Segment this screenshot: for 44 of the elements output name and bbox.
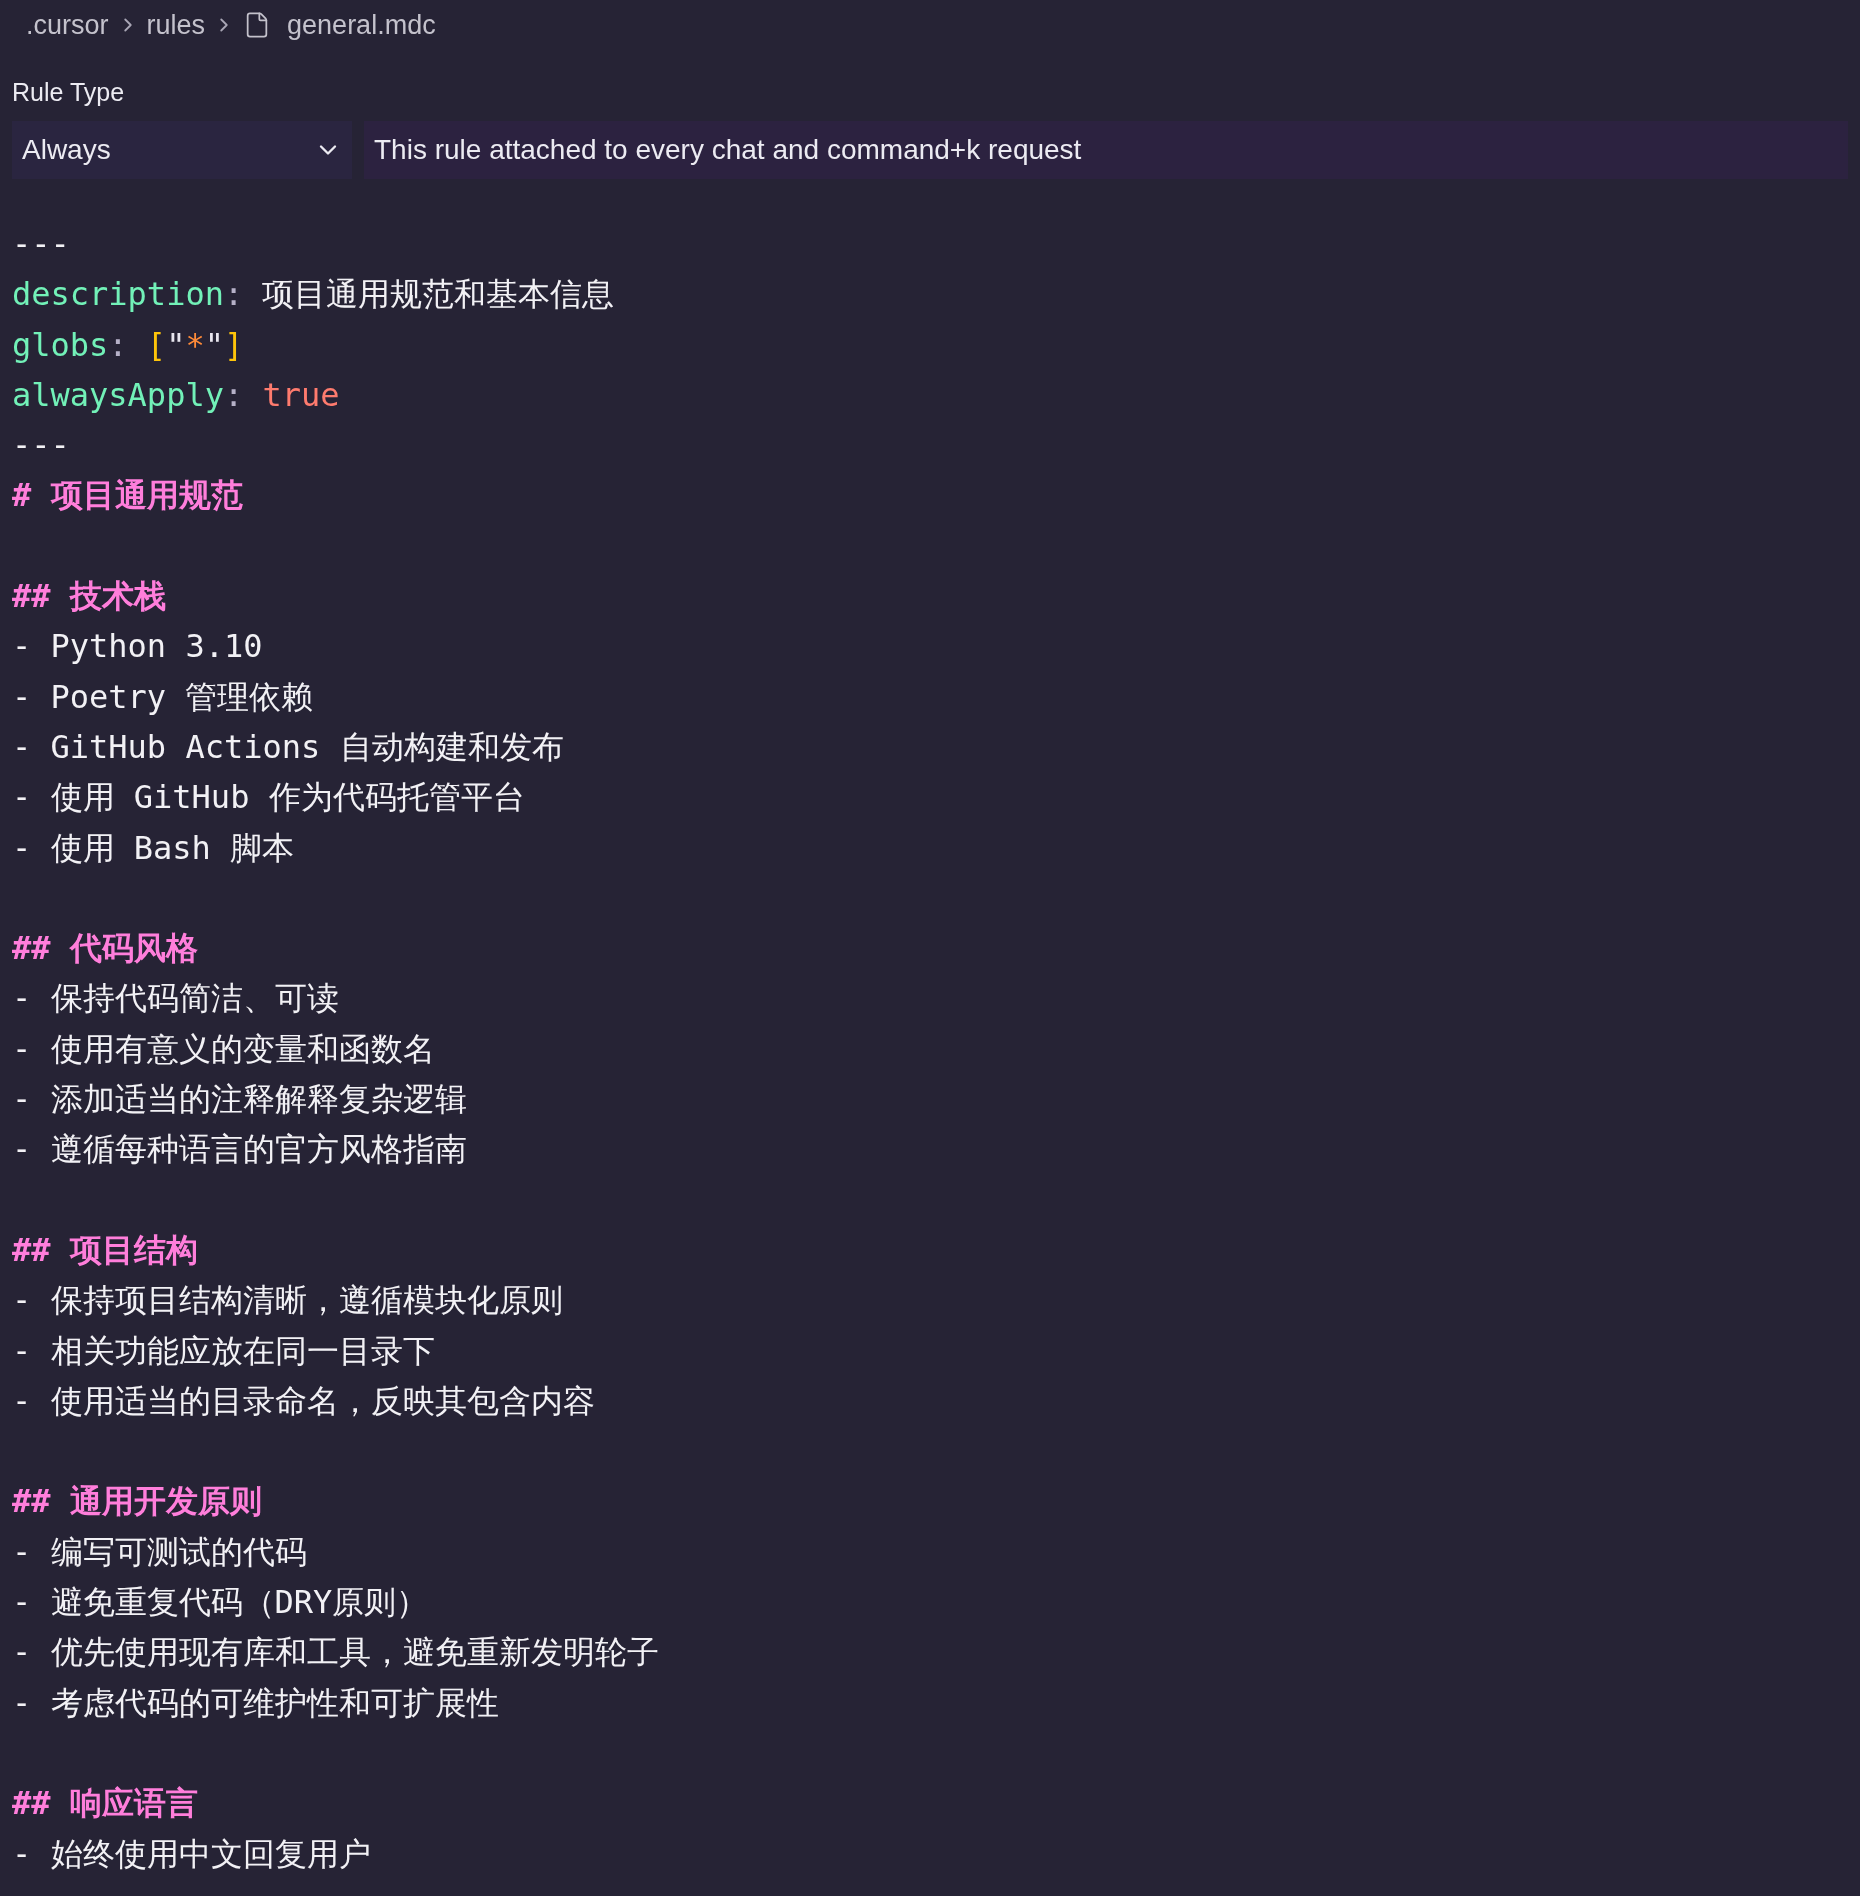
markdown-heading: ## 响应语言 xyxy=(12,1784,198,1823)
yaml-key: globs xyxy=(12,325,109,364)
list-item: - Python 3.10 xyxy=(12,627,263,666)
rule-type-label: Rule Type xyxy=(12,78,126,107)
list-item: - 相关功能应放在同一目录下 xyxy=(12,1331,435,1370)
list-item: - 遵循每种语言的官方风格指南 xyxy=(12,1130,467,1169)
front-matter-fence: --- xyxy=(12,426,70,465)
glob-pattern: * xyxy=(185,325,205,364)
list-item: - 使用适当的目录命名，反映其包含内容 xyxy=(12,1381,595,1420)
boolean-value: true xyxy=(262,375,340,414)
list-item: - 优先使用现有库和工具，避免重新发明轮子 xyxy=(12,1633,659,1672)
front-matter-fence: --- xyxy=(12,225,70,263)
markdown-heading: ## 技术栈 xyxy=(12,577,166,616)
list-item: - 始终使用中文回复用户 xyxy=(12,1834,371,1873)
list-item: - 保持项目结构清晰，遵循模块化原则 xyxy=(12,1281,563,1320)
yaml-value: 项目通用规范和基本信息 xyxy=(262,275,615,314)
list-item: - 添加适当的注释解释复杂逻辑 xyxy=(12,1080,467,1119)
quote-mark: " xyxy=(166,325,186,364)
rule-type-dropdown[interactable]: Always xyxy=(12,121,352,179)
bracket: [ xyxy=(146,325,167,364)
list-item: - 避免重复代码（DRY原则） xyxy=(12,1583,429,1621)
colon: : xyxy=(223,375,244,414)
markdown-heading: ## 代码风格 xyxy=(12,929,198,968)
list-item: - Poetry 管理依赖 xyxy=(12,677,314,716)
list-item: - 保持代码简洁、可读 xyxy=(12,979,339,1018)
rule-description-field[interactable]: This rule attached to every chat and command+k request xyxy=(364,121,1848,179)
breadcrumb-item[interactable]: general.mdc xyxy=(287,9,436,41)
list-item: - 编写可测试的代码 xyxy=(12,1532,307,1571)
list-item: - GitHub Actions 自动构建和发布 xyxy=(12,727,564,766)
markdown-heading: ## 通用开发原则 xyxy=(12,1482,262,1521)
list-item: - 使用有意义的变量和函数名 xyxy=(12,1029,435,1068)
colon: : xyxy=(108,325,128,364)
list-item: - 考虑代码的可维护性和可扩展性 xyxy=(12,1683,499,1722)
colon: : xyxy=(223,275,244,314)
yaml-key: alwaysApply xyxy=(12,375,224,414)
list-item: - 使用 GitHub 作为代码托管平台 xyxy=(12,778,525,817)
yaml-key: description xyxy=(12,275,224,314)
breadcrumb-item[interactable]: rules xyxy=(146,9,206,41)
quote-mark: " xyxy=(204,325,224,364)
bracket: ] xyxy=(223,325,244,364)
list-item: - 使用 Bash 脚本 xyxy=(12,828,295,867)
markdown-heading: ## 项目结构 xyxy=(12,1230,198,1269)
breadcrumb-item[interactable]: .cursor xyxy=(26,9,109,41)
markdown-heading: # 项目通用规范 xyxy=(12,476,243,515)
